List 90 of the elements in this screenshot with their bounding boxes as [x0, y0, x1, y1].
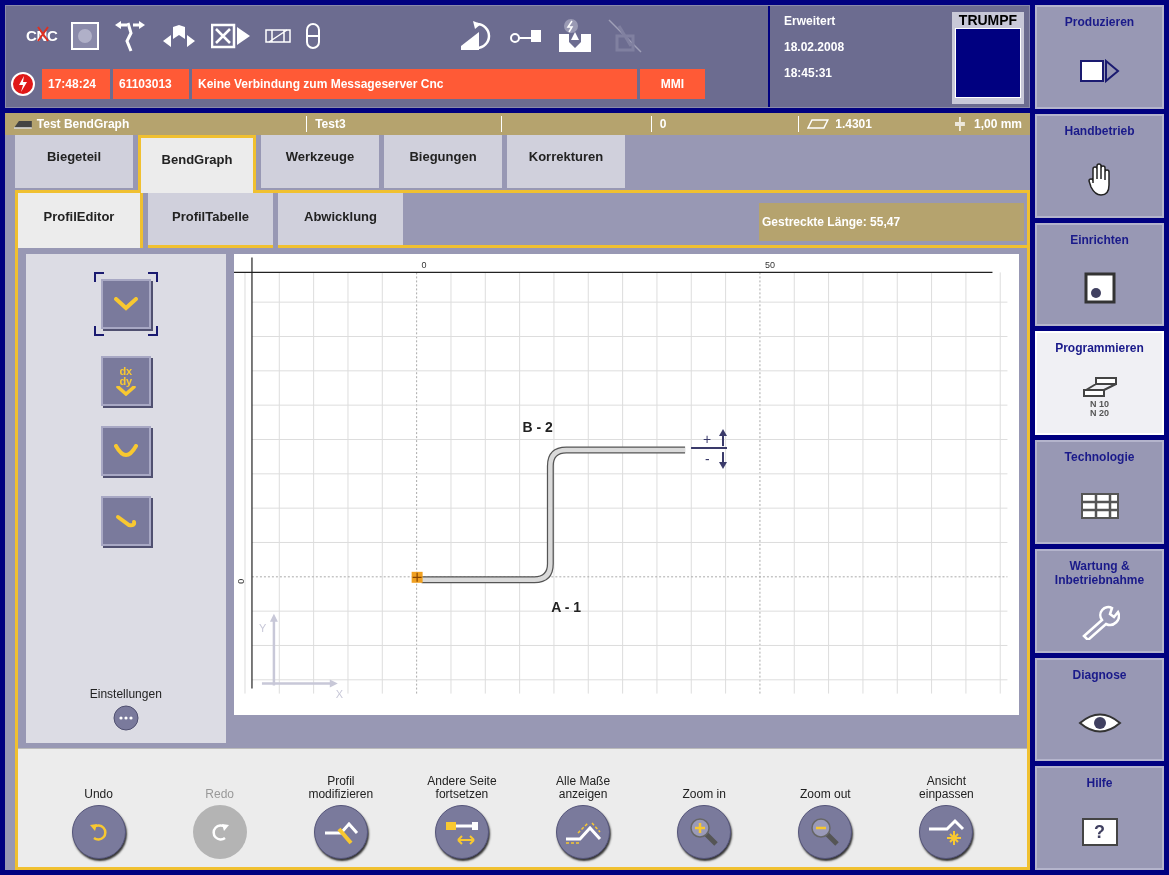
tool-button[interactable]	[100, 426, 151, 476]
tool-button[interactable]	[100, 496, 151, 546]
material-value: 1.4301	[835, 116, 873, 133]
thickness-icon	[954, 117, 966, 131]
toolbar-label: Undo	[84, 788, 113, 801]
plus-label: +	[702, 431, 711, 448]
toolbar-label: Redo	[205, 788, 235, 801]
icon-label: N 10	[1090, 400, 1109, 410]
fit-view-icon	[927, 817, 966, 847]
time-label: 18:45:31	[784, 65, 834, 82]
toolbar-button[interactable]	[71, 805, 126, 859]
icon-label: dx	[119, 366, 133, 376]
alarm-source: MMI	[640, 69, 705, 99]
bend-label: A - 1	[550, 598, 581, 615]
nav-button[interactable]: Wartung & Inbetriebnahme	[1035, 548, 1164, 653]
mode-label: Erweitert	[784, 13, 837, 30]
toolbar-button[interactable]	[919, 805, 974, 859]
logo-square	[955, 28, 1021, 98]
capsule-icon[interactable]	[305, 22, 322, 50]
sheet-icon	[807, 119, 830, 129]
tab[interactable]: Biegeteil	[15, 135, 133, 188]
nav-button[interactable]: Einrichten	[1035, 222, 1164, 327]
key-icon[interactable]	[509, 28, 544, 44]
up-arrow-icon	[718, 429, 727, 448]
nav-button[interactable]: Technologie	[1035, 440, 1164, 544]
toolbar-button[interactable]	[677, 805, 732, 859]
undo-icon	[87, 821, 110, 843]
subtab[interactable]: ProfilTabelle	[148, 193, 273, 248]
tab[interactable]: BendGraph	[138, 135, 256, 193]
x-box-play-icon[interactable]	[211, 23, 252, 49]
part-icon	[13, 119, 33, 129]
origin-marker-icon	[411, 571, 423, 583]
tick-label: 50	[764, 260, 775, 271]
program-name: Test3	[315, 116, 347, 133]
tick-label: 0	[421, 260, 427, 271]
play-box-icon	[1079, 58, 1120, 83]
settings-label: Einstellungen	[89, 686, 162, 703]
tab[interactable]: Werkzeuge	[261, 135, 379, 188]
zoom-in-icon	[689, 817, 720, 847]
tab[interactable]: Korrekturen	[507, 135, 625, 188]
chevron-icon	[113, 297, 138, 311]
tab[interactable]: Biegungen	[384, 135, 502, 188]
minus-label: -	[704, 451, 710, 468]
table-icon	[1080, 492, 1119, 519]
count-value: 0	[659, 116, 668, 133]
hem-icon	[114, 514, 137, 528]
dot-square-icon	[1083, 272, 1116, 305]
alarm-code: 61103013	[113, 69, 189, 99]
hand-icon	[1086, 162, 1113, 197]
icon-label: N 20	[1090, 409, 1109, 419]
alarm-time: 17:48:24	[42, 69, 110, 99]
bend-label: B - 2	[522, 419, 553, 436]
subtab[interactable]: Abwicklung	[278, 193, 403, 248]
toolbar-button[interactable]	[798, 805, 853, 859]
tick-label: 0	[235, 578, 246, 584]
toolbar-label: Alle Maße anzeigen	[556, 775, 611, 801]
thickness-value: 1,00 mm	[973, 116, 1022, 133]
alarm-message: Keine Verbindung zum Messageserver Cnc	[192, 69, 637, 99]
logo-text: TRUMPF	[958, 12, 1018, 28]
toolbar-button[interactable]	[313, 805, 368, 859]
toolbar-label: Andere Seite fortsetzen	[427, 775, 497, 801]
part-name: Test BendGraph	[36, 116, 131, 133]
icon-label: dy	[119, 376, 133, 386]
subtab[interactable]: ProfilEditor	[18, 193, 143, 248]
chevron-icon	[115, 386, 136, 396]
icon-label: ?	[1094, 820, 1105, 844]
tool-button[interactable]	[100, 279, 151, 329]
nav-button[interactable]: Diagnose	[1035, 657, 1164, 762]
toolbar-label: Profil modifizieren	[308, 775, 374, 801]
zoom-out-icon	[810, 817, 841, 847]
nav-button[interactable]: Handbetrieb	[1035, 113, 1164, 218]
more-icon[interactable]	[112, 705, 139, 731]
stretched-length-label: Gestreckte Länge: 55,47	[759, 203, 1024, 241]
machine-lightning-icon[interactable]	[557, 18, 594, 54]
stop-square-icon[interactable]	[71, 22, 100, 50]
toolbar-button[interactable]	[434, 805, 489, 859]
nav-button[interactable]: Produzieren	[1035, 5, 1164, 109]
bend-edit-icon	[322, 819, 359, 845]
crossed-frame-icon[interactable]	[265, 27, 292, 45]
eye-icon	[1077, 712, 1122, 735]
toolbar-label: Zoom out	[799, 788, 851, 801]
lightning-alert-icon	[11, 72, 35, 96]
nav-button[interactable]: Hilfe ?	[1035, 766, 1164, 870]
toolbar-label: Zoom in	[682, 788, 726, 801]
date-label: 18.02.2008	[784, 39, 846, 56]
nav-button[interactable]: Programmieren N 10 N 20	[1035, 331, 1164, 435]
toolbar-button[interactable]	[556, 805, 611, 859]
down-arrow-icon	[718, 451, 727, 470]
toolbar-label: Ansicht einpassen	[919, 775, 974, 801]
arc-icon	[113, 444, 138, 458]
